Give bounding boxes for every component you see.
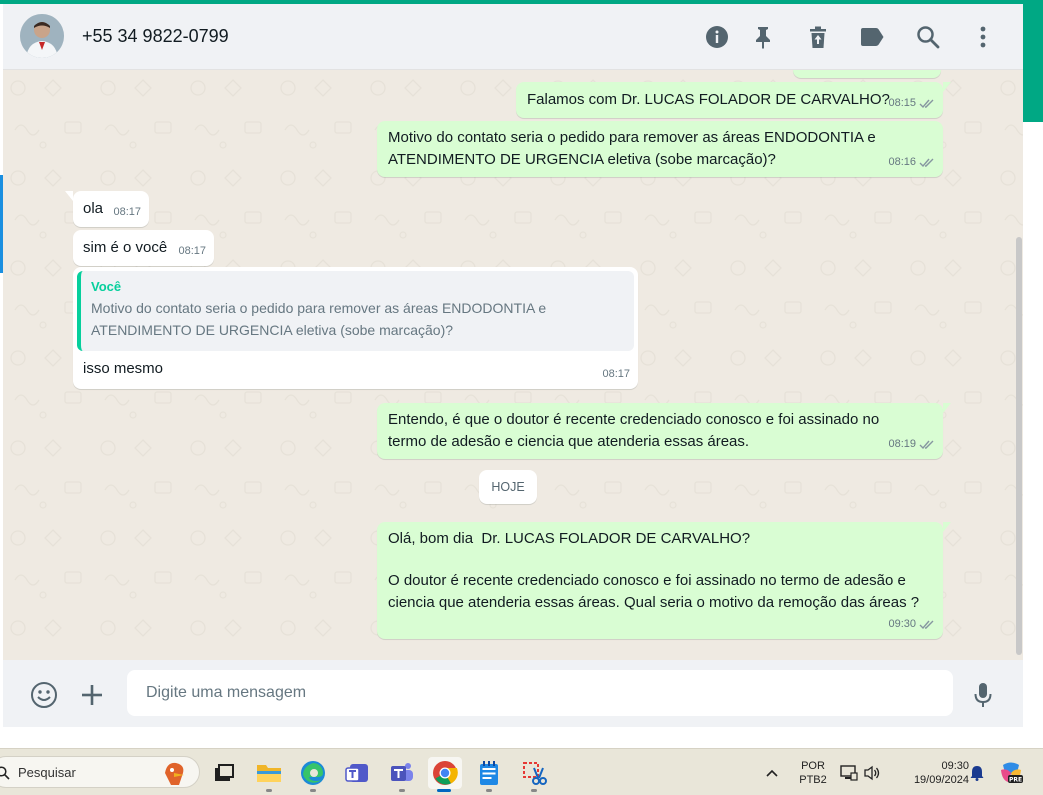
message-time: 09:30 [888,618,916,630]
message-text: sim é o você [83,239,168,256]
language-line2: PTB2 [799,774,827,786]
message-text: isso mesmo [83,360,164,377]
message-text-line1: Olá, bom dia Dr. LUCAS FOLADOR DE CARVAL… [388,530,751,547]
copilot-badge-text: PRE [1009,776,1022,783]
pin-icon[interactable] [749,23,777,51]
taskbar-search[interactable]: Pesquisar [0,756,200,788]
message-bubble-incoming-reply[interactable]: Você Motivo do contato seria o pedido pa… [73,267,638,389]
quoted-author: Você [91,279,122,294]
message-text-line2: O doutor é recente credenciado conosco e… [388,572,920,611]
delete-icon[interactable] [804,23,832,51]
copilot-icon[interactable]: PRE [996,757,1026,789]
quoted-message[interactable]: Você Motivo do contato seria o pedido pa… [77,271,634,351]
taskbar-search-label: Pesquisar [18,765,76,780]
message-bubble-outgoing[interactable]: Entendo, é que o doutor é recente creden… [377,403,951,459]
message-time: 08:17 [178,245,206,257]
message-time: 08:15 [888,97,916,109]
whatsapp-window: +55 34 9822-0799 Falamos com Dr. LUCAS F… [3,4,1023,727]
message-text: Falamos com Dr. LUCAS FOLADOR DE CARVALH… [527,91,890,108]
chat-header: +55 34 9822-0799 [3,4,1023,70]
search-icon[interactable] [914,23,942,51]
taskbar-teams-icon[interactable] [386,757,418,792]
clock-time: 09:30 [941,760,969,772]
read-ticks-icon [919,99,934,108]
read-ticks-icon [919,440,934,449]
message-meta: 08:16 [888,151,935,173]
taskbar-edge-icon[interactable] [297,757,329,792]
attach-plus-icon[interactable] [77,680,107,710]
message-composer [3,660,1023,727]
read-ticks-icon [919,620,934,629]
search-highlight-icon [165,762,184,785]
microphone-icon[interactable] [968,680,998,710]
taskbar-notepad-icon[interactable] [473,757,505,792]
taskbar-tray-expand-icon[interactable] [759,757,785,789]
taskbar-clock[interactable]: 09:30 19/09/2024 [891,759,969,787]
chat-scrollbar[interactable] [1016,237,1022,655]
clock-date: 19/09/2024 [913,774,969,786]
message-input[interactable] [127,670,953,716]
language-line1: POR [801,760,825,772]
taskbar-network-icon[interactable] [838,757,860,789]
chat-area[interactable]: Falamos com Dr. LUCAS FOLADOR DE CARVALH… [3,70,1023,660]
taskbar-file-explorer-icon[interactable] [253,757,285,792]
taskbar-volume-icon[interactable] [861,757,883,789]
taskbar-teams-classic-icon[interactable] [341,757,373,789]
read-ticks-icon [919,158,934,167]
taskbar-task-view-icon[interactable] [208,757,240,789]
message-bubble-outgoing[interactable]: Falamos com Dr. LUCAS FOLADOR DE CARVALH… [516,82,951,118]
contact-name[interactable]: +55 34 9822-0799 [82,26,229,47]
message-meta: 08:19 [888,433,935,455]
notification-bell-icon[interactable] [966,757,988,789]
message-time: 08:17 [602,368,630,380]
contact-avatar[interactable] [20,14,64,58]
message-time: 08:19 [888,438,916,450]
message-time: 08:16 [888,156,916,168]
taskbar-language[interactable]: POR PTB2 [795,759,831,787]
message-bubble-incoming[interactable]: sim é o você 08:17 [73,230,214,266]
message-bubble-outgoing[interactable]: Olá, bom dia Dr. LUCAS FOLADOR DE CARVAL… [377,522,951,639]
taskbar-snipping-tool-icon[interactable] [518,757,550,792]
message-text: Motivo do contato seria o pedido para re… [388,129,876,168]
message-meta: 09:30 [888,613,935,635]
emoji-icon[interactable] [29,680,59,710]
message-bubble-partial [793,70,941,78]
info-icon[interactable] [703,23,731,51]
date-separator: HOJE [479,470,537,504]
right-accent-bar [1023,4,1043,122]
message-meta: 08:15 [888,92,935,114]
os-taskbar: Pesquisar POR PTB2 09:30 19/09/2024 PRE [0,748,1043,795]
message-text: Entendo, é que o doutor é recente creden… [388,411,880,450]
message-text: ola [83,200,104,217]
menu-icon[interactable] [969,23,997,51]
label-icon[interactable] [858,23,886,51]
quoted-text: Motivo do contato seria o pedido para re… [91,300,547,338]
taskbar-chrome-icon[interactable] [428,757,462,792]
message-time: 08:17 [113,206,141,218]
message-bubble-incoming[interactable]: ola 08:17 [65,191,149,227]
taskbar-search-icon [0,766,10,780]
message-bubble-outgoing[interactable]: Motivo do contato seria o pedido para re… [377,121,943,177]
